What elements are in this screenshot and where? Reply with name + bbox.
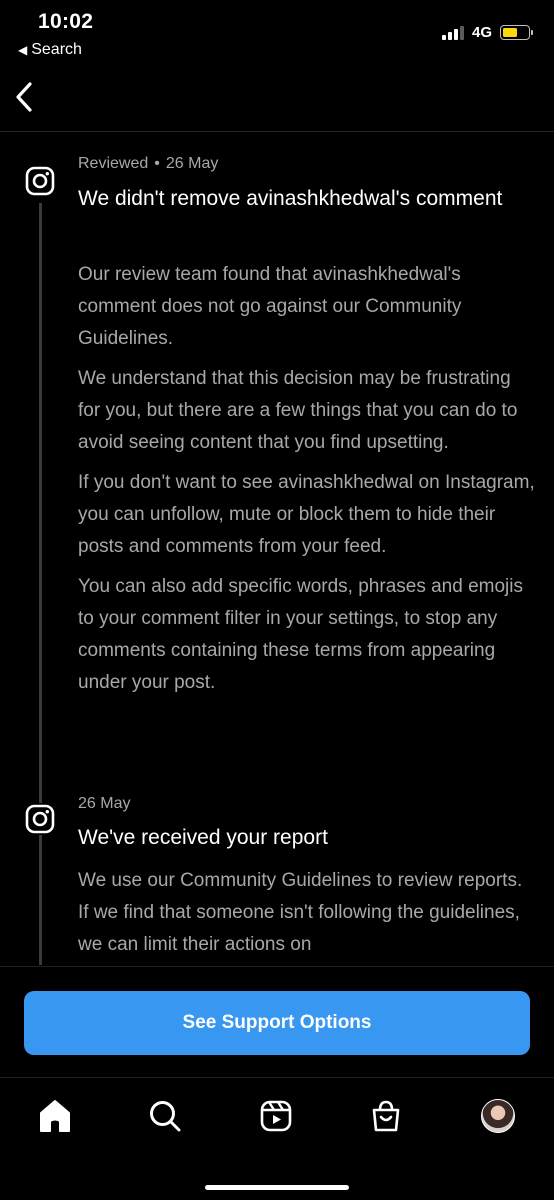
status-bar: 10:02 ◀ Search 4G	[0, 0, 554, 72]
entry-status: Reviewed	[78, 155, 149, 172]
status-time: 10:02	[38, 10, 94, 33]
entry-meta: Reviewed • 26 May	[78, 155, 219, 172]
report-timeline[interactable]: Reviewed • 26 May We didn't remove avinash…	[0, 133, 554, 965]
back-to-search-link[interactable]: ◀ Search	[18, 41, 82, 59]
status-indicators: 4G	[441, 24, 533, 41]
entry-paragraph: We understand that this decision may be …	[78, 368, 518, 453]
home-icon[interactable]	[35, 1096, 75, 1136]
shop-icon[interactable]	[366, 1096, 406, 1136]
timeline-line	[39, 203, 42, 965]
entry-paragraph: We use our Community Guidelines to revie…	[78, 870, 523, 955]
network-type: 4G	[471, 24, 492, 41]
back-app-label: Search	[31, 41, 82, 58]
entry-date: 26 May	[78, 795, 131, 812]
back-arrow-icon: ◀	[18, 43, 28, 57]
chevron-left-icon[interactable]	[10, 80, 40, 114]
bottom-tab-bar	[0, 1077, 554, 1200]
entry-body: We use our Community Guidelines to revie…	[78, 865, 538, 965]
entry-date: 26 May	[165, 155, 219, 172]
instagram-icon	[24, 803, 56, 835]
entry-paragraph: You can also add specific words, phrases…	[78, 576, 523, 693]
entry-body: Our review team found that avinashkhedwa…	[78, 259, 538, 707]
see-support-options-button[interactable]: See Support Options	[24, 991, 530, 1055]
entry-title: We've received your report	[78, 826, 328, 849]
home-indicator	[205, 1185, 349, 1190]
instagram-icon	[24, 165, 56, 197]
nav-header	[0, 72, 554, 132]
entry-paragraph: Our review team found that avinashkhedwa…	[78, 264, 462, 349]
entry-paragraph: If you don't want to see avinashkhedwal …	[78, 472, 535, 557]
search-icon[interactable]	[145, 1096, 185, 1136]
support-footer: See Support Options	[0, 966, 554, 1076]
cellular-signal-icon	[441, 25, 464, 40]
avatar	[481, 1099, 515, 1133]
battery-icon	[500, 25, 533, 40]
profile-avatar[interactable]	[478, 1096, 518, 1136]
reels-icon[interactable]	[256, 1096, 296, 1136]
entry-meta: 26 May	[78, 795, 130, 813]
entry-title: We didn't remove avinashkhedwal's commen…	[78, 187, 503, 210]
